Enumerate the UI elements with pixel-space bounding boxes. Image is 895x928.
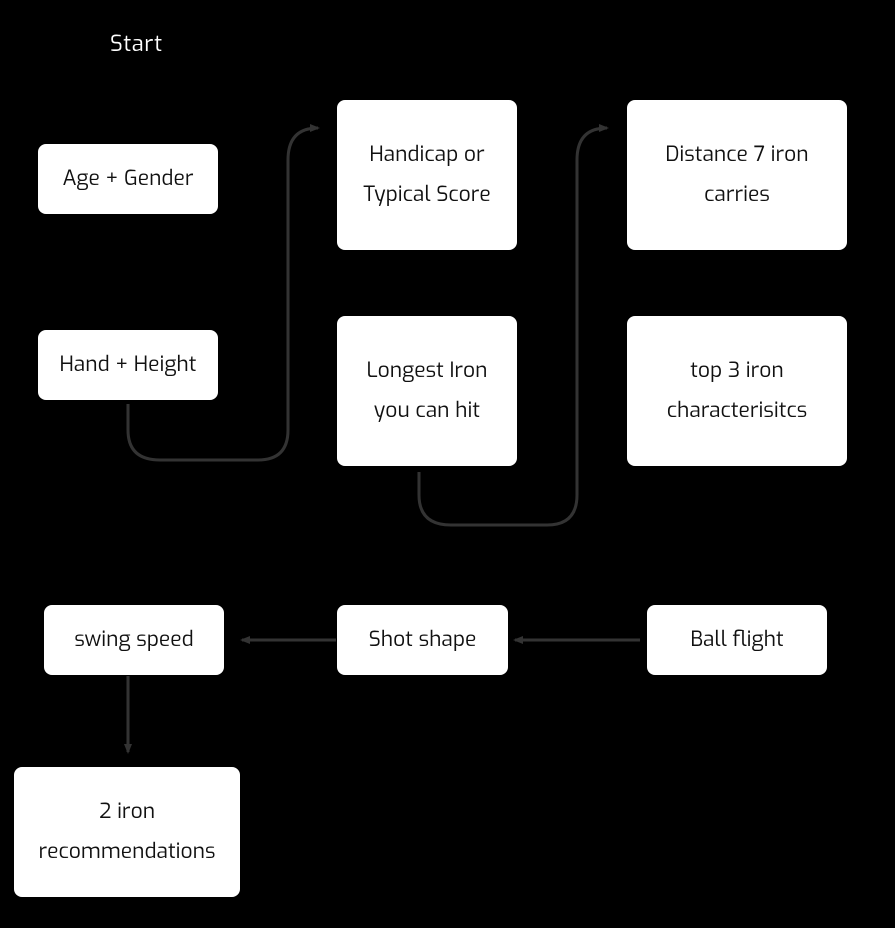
node-top3-chars: top 3 iron characterisitcs [627,316,847,466]
node-swing-speed: swing speed [44,605,224,675]
node-recommendations: 2 iron recommendations [14,767,240,897]
node-label: Ball flight [690,620,783,660]
node-label: Handicap or Typical Score [351,135,503,215]
node-distance-7iron: Distance 7 iron carries [627,100,847,250]
node-label: Longest Iron you can hit [351,351,503,431]
node-label: Distance 7 iron carries [641,135,833,215]
node-label: swing speed [74,620,193,660]
start-label: Start [110,30,163,59]
node-hand-height: Hand + Height [38,330,218,400]
node-longest-iron: Longest Iron you can hit [337,316,517,466]
node-label: 2 iron recommendations [28,792,226,872]
node-handicap: Handicap or Typical Score [337,100,517,250]
node-ball-flight: Ball flight [647,605,827,675]
node-label: Age + Gender [62,159,193,199]
node-label: Hand + Height [59,345,196,385]
node-label: Shot shape [369,620,477,660]
node-label: top 3 iron characterisitcs [641,351,833,431]
node-age-gender: Age + Gender [38,144,218,214]
node-shot-shape: Shot shape [337,605,508,675]
